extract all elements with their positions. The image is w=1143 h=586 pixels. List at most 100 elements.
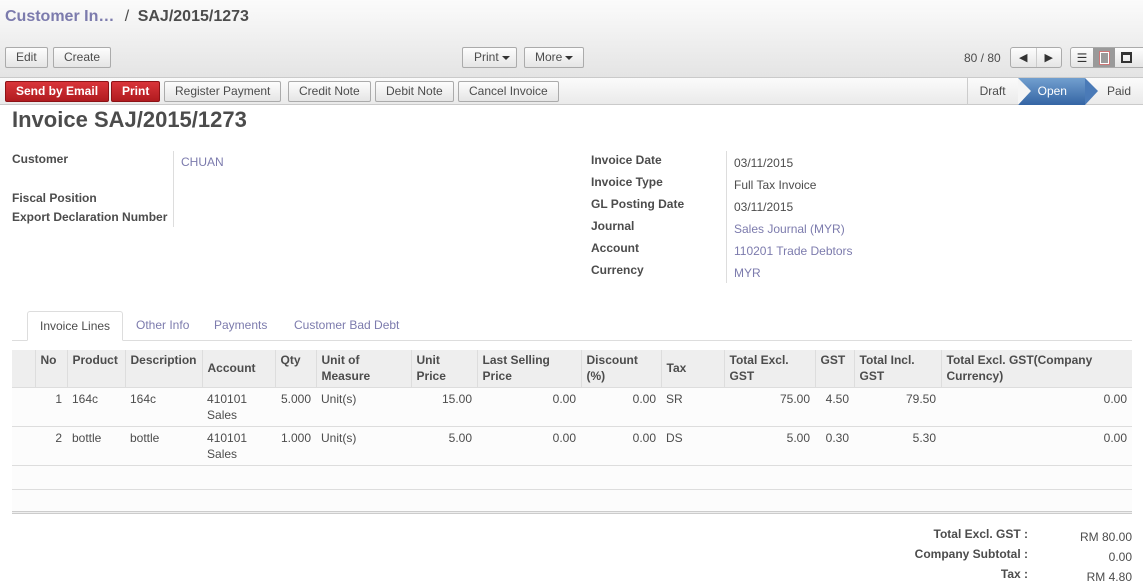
stage-open-label: Open — [1037, 84, 1067, 98]
credit-note-button[interactable]: Credit Note — [288, 81, 371, 102]
calendar-icon — [1120, 52, 1132, 63]
customer-link[interactable]: CHUAN — [181, 155, 224, 169]
gl-posting-date-value: 03/11/2015 — [734, 200, 794, 214]
table-row[interactable]: 1 164c 164c 410101 Sales 5.000 Unit(s) 1… — [12, 386, 1132, 426]
total-excl-label: Total Excl. GST : — [933, 527, 1028, 541]
form-view-button[interactable] — [1093, 48, 1115, 67]
header-product[interactable]: Product — [66, 350, 125, 387]
breadcrumb-parent-link[interactable]: Customer In… — [5, 8, 114, 25]
cell-total-excl: 5.00 — [724, 425, 816, 465]
pager-next-button[interactable]: ▶ — [1035, 48, 1062, 67]
more-dropdown-button[interactable]: More — [524, 47, 585, 68]
tab-other-info[interactable]: Other Info — [124, 311, 201, 341]
caret-down-icon — [501, 55, 510, 60]
status-stages: Draft Open Paid — [966, 78, 1143, 105]
empty-row — [12, 464, 1132, 489]
header-total-excl-company[interactable]: Total Excl. GST(Company Currency) — [940, 350, 1132, 387]
cell-unit-price: 15.00 — [411, 386, 478, 426]
header-qty[interactable]: Qty — [274, 350, 317, 387]
currency-label: Currency — [591, 263, 644, 277]
header-last-selling-price[interactable]: Last Selling Price — [476, 350, 582, 387]
customer-label: Customer — [12, 152, 69, 166]
form-icon — [1099, 51, 1109, 64]
cell-description: 164c — [125, 386, 203, 426]
pager-value[interactable]: 80 / 80 — [964, 51, 1001, 65]
field-divider — [173, 151, 174, 227]
header-description[interactable]: Description — [124, 350, 203, 387]
account-label: Account — [591, 241, 639, 255]
cancel-invoice-button[interactable]: Cancel Invoice — [458, 81, 559, 102]
breadcrumb: Customer In… / SAJ/2015/1273 — [5, 8, 249, 26]
print-dropdown-button[interactable]: Print — [462, 47, 517, 68]
row-handle — [12, 425, 35, 465]
breadcrumb-separator: / — [124, 8, 130, 25]
cell-unit-price: 5.00 — [411, 425, 478, 465]
header-handle — [12, 350, 35, 387]
header-total-excl[interactable]: Total Excl. GST — [723, 350, 816, 387]
header-no[interactable]: No — [34, 350, 67, 387]
cell-total-excl-company: 0.00 — [941, 386, 1132, 426]
invoice-lines-table: No Product Description Account Qty Unit … — [12, 350, 1132, 513]
invoice-number: SAJ/2015/1273 — [93, 107, 247, 132]
tab-payments[interactable]: Payments — [202, 311, 279, 341]
stage-open[interactable]: Open — [1017, 78, 1099, 105]
debit-note-button[interactable]: Debit Note — [375, 81, 454, 102]
field-divider — [726, 151, 727, 283]
header-discount[interactable]: Discount (%) — [580, 350, 662, 387]
edit-button[interactable]: Edit — [5, 47, 48, 68]
stage-draft[interactable]: Draft — [966, 78, 1018, 105]
cell-product: bottle — [67, 425, 125, 465]
cell-uom: Unit(s) — [316, 425, 412, 465]
cell-account: 410101 Sales — [202, 425, 276, 465]
cell-discount: 0.00 — [581, 425, 662, 465]
table-row[interactable]: 2 bottle bottle 410101 Sales 1.000 Unit(… — [12, 425, 1132, 465]
company-subtotal-row: Company Subtotal : 0.00 — [860, 546, 1132, 566]
header-tax[interactable]: Tax — [660, 350, 725, 387]
invoice-type-value: Full Tax Invoice — [734, 178, 817, 192]
journal-link[interactable]: Sales Journal (MYR) — [734, 222, 845, 236]
empty-row — [12, 488, 1132, 513]
header-unit-price[interactable]: Unit Price — [410, 350, 478, 387]
header-total-incl[interactable]: Total Incl. GST — [853, 350, 942, 387]
register-payment-button[interactable]: Register Payment — [164, 81, 282, 102]
export-declaration-label: Export Declaration Number — [12, 210, 168, 224]
arrow-left-icon: ◀ — [1019, 52, 1028, 64]
invoice-date-value: 03/11/2015 — [734, 156, 794, 170]
tax-label: Tax : — [1000, 567, 1028, 581]
breadcrumb-current: SAJ/2015/1273 — [137, 8, 249, 25]
header-account[interactable]: Account — [201, 350, 276, 387]
tab-customer-bad-debt[interactable]: Customer Bad Debt — [282, 311, 411, 341]
notebook-tabs: Invoice Lines Other Info Payments Custom… — [12, 311, 1132, 341]
cell-qty: 1.000 — [275, 425, 317, 465]
cell-total-excl: 75.00 — [724, 386, 816, 426]
pager-previous-button[interactable]: ◀ — [1011, 48, 1036, 67]
currency-link[interactable]: MYR — [734, 266, 761, 280]
company-subtotal-value: 0.00 — [1108, 550, 1132, 564]
header-gst[interactable]: GST — [814, 350, 855, 387]
title-prefix: Invoice — [12, 107, 88, 132]
invoice-totals: Total Excl. GST : RM 80.00 Company Subto… — [860, 526, 1132, 586]
gl-posting-date-label: GL Posting Date — [591, 197, 685, 211]
cell-account: 410101 Sales — [202, 386, 276, 426]
fiscal-position-label: Fiscal Position — [12, 191, 97, 205]
print-button[interactable]: Print — [111, 81, 161, 102]
calendar-view-button[interactable] — [1115, 48, 1137, 67]
cell-product: 164c — [67, 386, 125, 426]
tab-invoice-lines[interactable]: Invoice Lines — [27, 311, 124, 341]
cell-tax: DS — [661, 425, 725, 465]
row-handle — [12, 386, 35, 426]
page-title: Invoice SAJ/2015/1273 — [12, 107, 247, 133]
header-uom[interactable]: Unit of Measure — [315, 350, 412, 387]
total-excl-value: RM 80.00 — [1079, 530, 1132, 544]
cell-no: 1 — [35, 386, 67, 426]
account-link[interactable]: 110201 Trade Debtors — [734, 244, 853, 258]
send-by-email-button[interactable]: Send by Email — [5, 81, 110, 102]
create-button[interactable]: Create — [53, 47, 112, 68]
list-view-button[interactable]: ☰ — [1071, 48, 1093, 67]
cell-gst: 4.50 — [815, 386, 855, 426]
cell-total-incl: 5.30 — [854, 425, 942, 465]
tax-value: RM 4.80 — [1086, 570, 1132, 584]
invoice-type-label: Invoice Type — [591, 175, 663, 189]
statusbar: Send by Email Print Register Payment Cre… — [0, 78, 1143, 105]
table-footer — [12, 511, 1132, 514]
